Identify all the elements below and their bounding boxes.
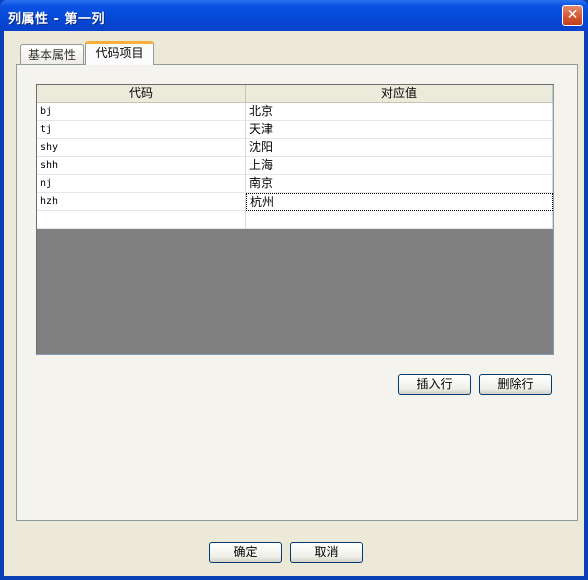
code-items-table: 代码 对应值 bj 北京 tj 天津 shy 沈阳 shh 上海 nj 南京 h… xyxy=(36,84,554,355)
table-row[interactable]: nj 南京 xyxy=(37,175,553,193)
cell-code[interactable]: nj xyxy=(37,175,246,193)
table-row[interactable]: tj 天津 xyxy=(37,121,553,139)
tab-code-items[interactable]: 代码项目 xyxy=(85,41,154,65)
table-row-empty[interactable] xyxy=(37,211,553,229)
column-header-value[interactable]: 对应值 xyxy=(246,85,553,103)
close-button[interactable]: ✕ xyxy=(562,5,583,26)
tab-basic-properties[interactable]: 基本属性 xyxy=(20,44,84,65)
cell-code[interactable]: hzh xyxy=(37,193,246,211)
cell-value[interactable]: 北京 xyxy=(246,103,553,121)
cell-code[interactable]: bj xyxy=(37,103,246,121)
cell-value[interactable]: 上海 xyxy=(246,157,553,175)
table-body: bj 北京 tj 天津 shy 沈阳 shh 上海 nj 南京 hzh 杭州 xyxy=(37,103,553,229)
cell-value[interactable] xyxy=(246,211,553,229)
cell-value-focused[interactable]: 杭州 xyxy=(246,193,553,211)
tab-panel-code-items: 代码 对应值 bj 北京 tj 天津 shy 沈阳 shh 上海 nj 南京 h… xyxy=(16,64,578,521)
cell-code[interactable]: tj xyxy=(37,121,246,139)
table-row[interactable]: hzh 杭州 xyxy=(37,193,553,211)
cell-code[interactable] xyxy=(37,211,246,229)
title-bar[interactable]: 列属性 - 第一列 ✕ xyxy=(0,0,588,31)
cell-value[interactable]: 天津 xyxy=(246,121,553,139)
close-icon: ✕ xyxy=(566,7,579,23)
insert-row-button[interactable]: 插入行 xyxy=(398,374,471,395)
cell-code[interactable]: shh xyxy=(37,157,246,175)
column-header-code[interactable]: 代码 xyxy=(37,85,246,103)
table-header: 代码 对应值 xyxy=(37,85,553,103)
table-row[interactable]: bj 北京 xyxy=(37,103,553,121)
dialog-body: 基本属性 代码项目 代码 对应值 bj 北京 tj 天津 shy 沈阳 shh … xyxy=(4,31,584,576)
table-row[interactable]: shh 上海 xyxy=(37,157,553,175)
cell-code[interactable]: shy xyxy=(37,139,246,157)
table-row[interactable]: shy 沈阳 xyxy=(37,139,553,157)
cancel-button[interactable]: 取消 xyxy=(290,542,363,563)
window-title: 列属性 - 第一列 xyxy=(8,12,105,27)
cell-value[interactable]: 沈阳 xyxy=(246,139,553,157)
cell-value[interactable]: 南京 xyxy=(246,175,553,193)
ok-button[interactable]: 确定 xyxy=(209,542,282,563)
delete-row-button[interactable]: 删除行 xyxy=(479,374,552,395)
dialog-window: 列属性 - 第一列 ✕ 基本属性 代码项目 代码 对应值 bj 北京 tj 天津… xyxy=(0,0,588,580)
